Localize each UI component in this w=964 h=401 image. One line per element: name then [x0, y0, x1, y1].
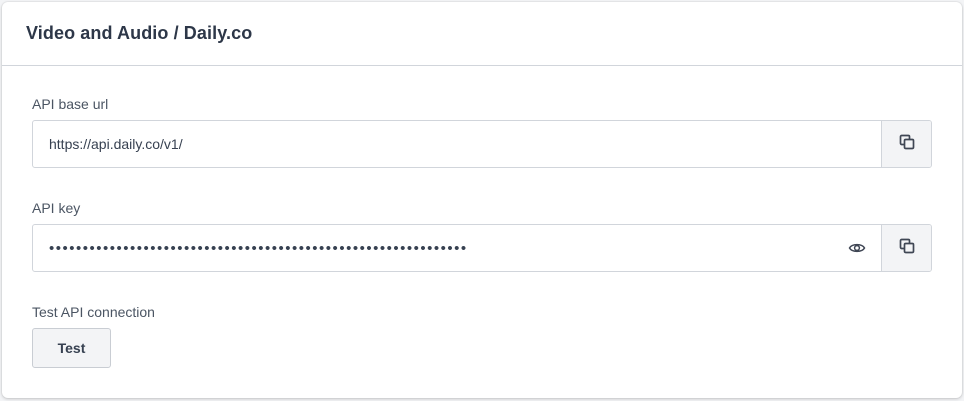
- copy-api-base-url-button[interactable]: [881, 121, 931, 167]
- card-header: Video and Audio / Daily.co: [2, 2, 962, 66]
- api-base-url-wrap: [33, 121, 881, 167]
- api-base-url-input[interactable]: [33, 121, 881, 167]
- api-base-url-group: [32, 120, 932, 168]
- api-key-group: [32, 224, 932, 272]
- copy-icon: [898, 133, 916, 156]
- api-key-label: API key: [32, 200, 81, 216]
- api-key-wrap: [33, 225, 881, 271]
- api-key-input[interactable]: [33, 225, 881, 271]
- page-title: Video and Audio / Daily.co: [26, 23, 253, 43]
- eye-icon[interactable]: [847, 238, 867, 258]
- copy-api-key-button[interactable]: [881, 225, 931, 271]
- settings-card: Video and Audio / Daily.co API base url …: [2, 2, 962, 398]
- copy-icon: [898, 237, 916, 260]
- test-api-connection-label: Test API connection: [32, 304, 155, 320]
- test-button[interactable]: Test: [32, 328, 111, 368]
- api-base-url-label: API base url: [32, 96, 109, 112]
